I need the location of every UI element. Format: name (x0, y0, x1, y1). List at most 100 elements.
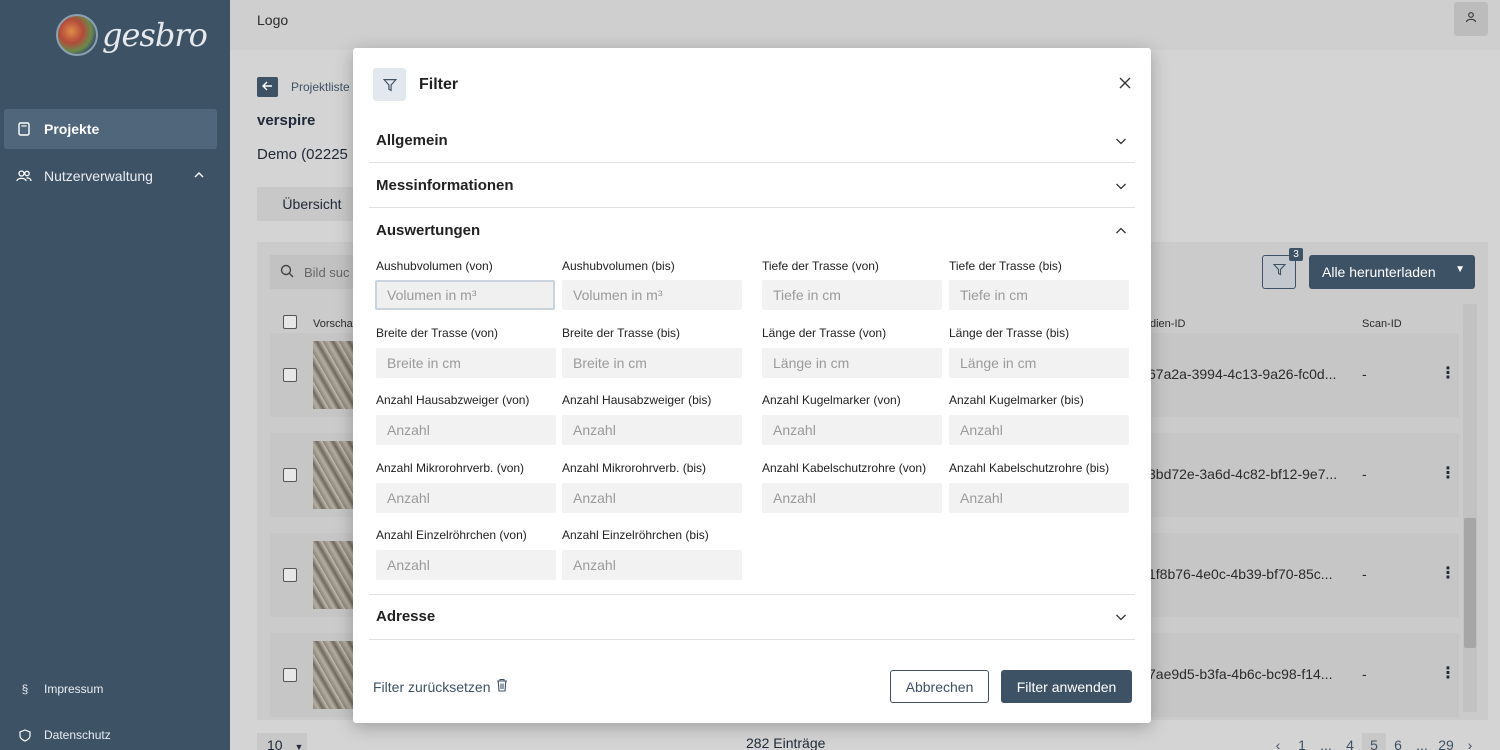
more-vertical-icon[interactable]: ⋮ (1440, 663, 1456, 683)
paragraph-icon: § (21, 682, 29, 696)
chevron-up-icon[interactable] (1115, 224, 1127, 242)
apply-filter-button[interactable]: Filter anwenden (1001, 670, 1132, 703)
trench-depth-to-input[interactable] (949, 280, 1129, 310)
row-scan-id: - (1362, 566, 1367, 582)
pagination-page[interactable]: 1 (1290, 733, 1314, 750)
microduct-connectors-from-input[interactable] (376, 483, 556, 513)
download-all-button[interactable]: Alle herunterladen ▼ (1309, 255, 1475, 289)
filter-icon (1272, 263, 1286, 281)
document-icon (16, 121, 32, 137)
pagination-prev[interactable]: ‹ (1266, 733, 1290, 750)
trench-length-from-input[interactable] (762, 348, 942, 378)
cable-protection-pipes-from-input[interactable] (762, 483, 942, 513)
house-branches-to-input[interactable] (562, 415, 742, 445)
logo-mark-icon (56, 14, 98, 56)
section-title[interactable]: Auswertungen (376, 222, 480, 239)
ball-markers-from-input[interactable] (762, 415, 942, 445)
filter-icon (373, 68, 406, 101)
shield-icon (18, 728, 32, 742)
section-measurement[interactable]: Messinformationen (369, 163, 1135, 208)
caret-down-icon: ▼ (294, 742, 304, 750)
pagination: ‹ 1 ... 4 5 6 ... 29 › (1266, 733, 1482, 750)
field-label: Aushubvolumen (bis) (562, 259, 675, 273)
chevron-down-icon (1115, 134, 1127, 152)
caret-down-icon[interactable]: ▼ (1455, 264, 1465, 275)
excavation-volume-from-input[interactable] (375, 280, 555, 310)
breadcrumb[interactable]: Projektliste (291, 80, 350, 94)
user-menu-button[interactable] (1454, 2, 1488, 36)
select-all-checkbox[interactable] (283, 315, 297, 329)
field-label: Anzahl Hausabzweiger (von) (376, 393, 530, 407)
sidebar-item-label: Projekte (44, 121, 100, 137)
table-scrollbar[interactable] (1463, 304, 1477, 712)
trench-depth-from-input[interactable] (762, 280, 942, 310)
entries-count: 282 Einträge (746, 735, 826, 750)
pagination-page[interactable]: 29 (1434, 733, 1458, 750)
cable-protection-pipes-to-input[interactable] (949, 483, 1129, 513)
row-scan-id: - (1362, 466, 1367, 482)
field-label: Anzahl Kabelschutzrohre (von) (762, 461, 927, 475)
row-media-id: 67a2a-3994-4c13-9a26-fc0d... (1148, 366, 1337, 382)
column-header-preview[interactable]: Vorscha (313, 318, 353, 330)
row-media-id: 7ae9d5-b3fa-4b6c-bc98-f14... (1148, 666, 1333, 682)
pagination-next[interactable]: › (1458, 733, 1482, 750)
pagination-ellipsis: ... (1416, 737, 1428, 750)
pagination-page[interactable]: 4 (1338, 733, 1362, 750)
arrow-left-icon (262, 78, 273, 96)
single-tubes-from-input[interactable] (376, 550, 556, 580)
ball-markers-to-input[interactable] (949, 415, 1129, 445)
tab-overview[interactable]: Übersicht (257, 187, 367, 221)
brand-logo[interactable]: gesbro (56, 14, 208, 56)
more-vertical-icon[interactable]: ⋮ (1440, 363, 1456, 383)
sidebar-item-user-management[interactable]: Nutzerverwaltung (4, 156, 217, 196)
pagination-page-current[interactable]: 5 (1362, 733, 1386, 750)
chevron-down-icon (1115, 179, 1127, 197)
filter-count-badge: 3 (1289, 248, 1303, 261)
footer-link-privacy[interactable]: Datenschutz (18, 728, 111, 742)
sidebar-item-projects[interactable]: Projekte (4, 109, 217, 149)
footer-link-impressum[interactable]: § Impressum (18, 682, 104, 696)
microduct-connectors-to-input[interactable] (562, 483, 742, 513)
row-scan-id: - (1362, 366, 1367, 382)
field-label: Breite der Trasse (bis) (562, 326, 681, 340)
row-checkbox[interactable] (283, 468, 297, 482)
footer-link-label: Datenschutz (44, 728, 111, 742)
trench-width-from-input[interactable] (376, 348, 556, 378)
reset-filter-label: Filter zurücksetzen (373, 678, 491, 695)
row-media-id: 3bd72e-3a6d-4c82-bf12-9e7... (1148, 466, 1338, 482)
section-address[interactable]: Adresse (369, 595, 1135, 640)
row-scan-id: - (1362, 666, 1367, 682)
reset-filter-link[interactable]: Filter zurücksetzen (373, 678, 508, 695)
field-label: Anzahl Kugelmarker (von) (762, 393, 901, 407)
sidebar-item-label: Nutzerverwaltung (44, 168, 153, 184)
row-checkbox[interactable] (283, 668, 297, 682)
trash-icon (496, 678, 508, 695)
house-branches-from-input[interactable] (376, 415, 556, 445)
column-header-scan-id[interactable]: Scan-ID (1362, 318, 1402, 330)
field-label: Aushubvolumen (von) (376, 259, 493, 273)
scrollbar-thumb[interactable] (1464, 518, 1476, 648)
section-title: Messinformationen (376, 177, 514, 194)
trench-length-to-input[interactable] (949, 348, 1129, 378)
section-general[interactable]: Allgemein (369, 118, 1135, 163)
project-name: verspire (257, 112, 316, 129)
column-header-media-id[interactable]: dien-ID (1150, 318, 1185, 330)
section-title: Allgemein (376, 132, 448, 149)
cancel-button[interactable]: Abbrechen (890, 670, 989, 703)
chevron-up-icon[interactable] (193, 168, 205, 184)
row-checkbox[interactable] (283, 368, 297, 382)
more-vertical-icon[interactable]: ⋮ (1440, 463, 1456, 483)
more-vertical-icon[interactable]: ⋮ (1440, 563, 1456, 583)
back-button[interactable] (257, 77, 278, 97)
download-all-label: Alle herunterladen (1322, 264, 1436, 280)
row-checkbox[interactable] (283, 568, 297, 582)
close-button[interactable] (1116, 76, 1134, 94)
page-size-select[interactable]: 10 ▼ (257, 733, 307, 750)
dialog-title: Filter (419, 76, 459, 93)
excavation-volume-to-input[interactable] (562, 280, 742, 310)
field-label: Anzahl Kugelmarker (bis) (949, 393, 1084, 407)
row-media-id: 1f8b76-4e0c-4b39-bf70-85c... (1148, 566, 1333, 582)
single-tubes-to-input[interactable] (562, 550, 742, 580)
trench-width-to-input[interactable] (562, 348, 742, 378)
pagination-page[interactable]: 6 (1386, 733, 1410, 750)
